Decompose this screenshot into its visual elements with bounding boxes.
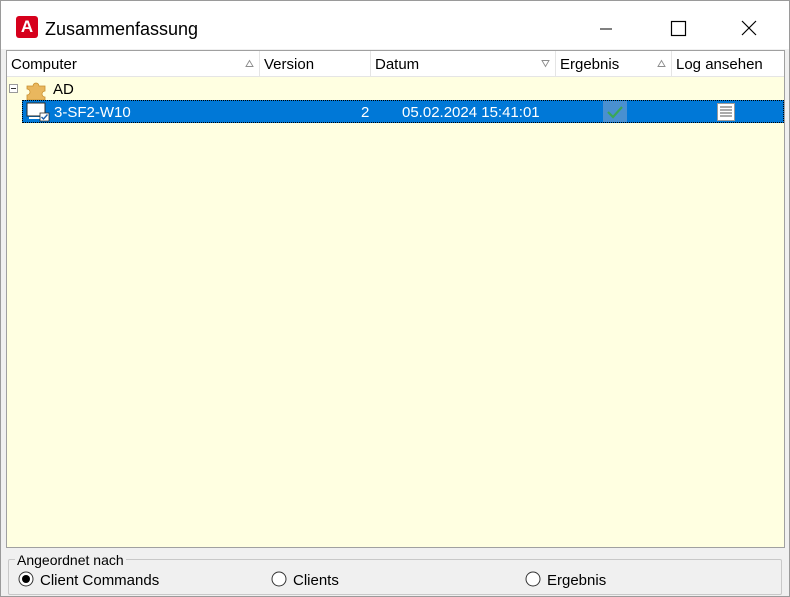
sort-up-icon [245, 59, 254, 67]
column-header-computer[interactable]: Computer [7, 51, 260, 76]
table-row[interactable]: 3-SF2-W10 2 05.02.2024 15:41:01 [22, 100, 784, 123]
sort-up-icon [657, 59, 666, 67]
radio-unselected-icon [525, 571, 541, 587]
date-cell: 05.02.2024 15:41:01 [402, 104, 540, 121]
puzzle-icon [26, 82, 46, 101]
maximize-button[interactable] [648, 1, 708, 49]
sort-down-icon [541, 60, 550, 68]
column-label-ergebnis: Ergebnis [560, 56, 620, 73]
computer-name-cell: 3-SF2-W10 [54, 104, 131, 121]
radio-selected-icon [18, 571, 34, 587]
column-label-computer: Computer [11, 56, 77, 73]
maximize-icon [670, 20, 687, 37]
app-logo-icon: A [16, 16, 38, 38]
title-bar[interactable]: A Zusammenfassung [1, 1, 789, 49]
result-cell [603, 101, 627, 122]
collapse-icon[interactable] [9, 84, 18, 93]
tree-group-row[interactable]: AD [7, 78, 784, 101]
version-cell: 2 [361, 104, 370, 121]
summary-window: A Zusammenfassung Computer Version Datum [0, 0, 790, 597]
group-label: AD [53, 81, 74, 98]
column-label-datum: Datum [375, 56, 420, 73]
check-icon [607, 106, 623, 119]
column-label-version: Version [264, 56, 315, 73]
view-log-button[interactable] [716, 102, 736, 122]
radio-label: Ergebnis [547, 572, 607, 589]
document-icon [717, 103, 735, 121]
arrange-label: Angeordnet nach [15, 551, 126, 569]
column-label-log: Log ansehen [676, 56, 763, 73]
computer-icon [26, 102, 50, 122]
minimize-button[interactable] [576, 1, 636, 49]
minimize-icon [600, 28, 612, 30]
summary-list[interactable]: Computer Version Datum Ergebnis Log anse… [6, 50, 785, 548]
column-header-version[interactable]: Version [260, 51, 371, 76]
radio-label: Clients [293, 572, 339, 589]
close-button[interactable] [719, 1, 779, 49]
close-icon [741, 20, 757, 36]
radio-unselected-icon [271, 571, 287, 587]
column-header: Computer Version Datum Ergebnis Log anse… [7, 51, 784, 77]
radio-label: Client Commands [40, 572, 160, 589]
column-header-ergebnis[interactable]: Ergebnis [556, 51, 672, 76]
window-title: Zusammenfassung [45, 19, 199, 39]
column-header-log[interactable]: Log ansehen [672, 51, 784, 76]
column-header-datum[interactable]: Datum [371, 51, 556, 76]
